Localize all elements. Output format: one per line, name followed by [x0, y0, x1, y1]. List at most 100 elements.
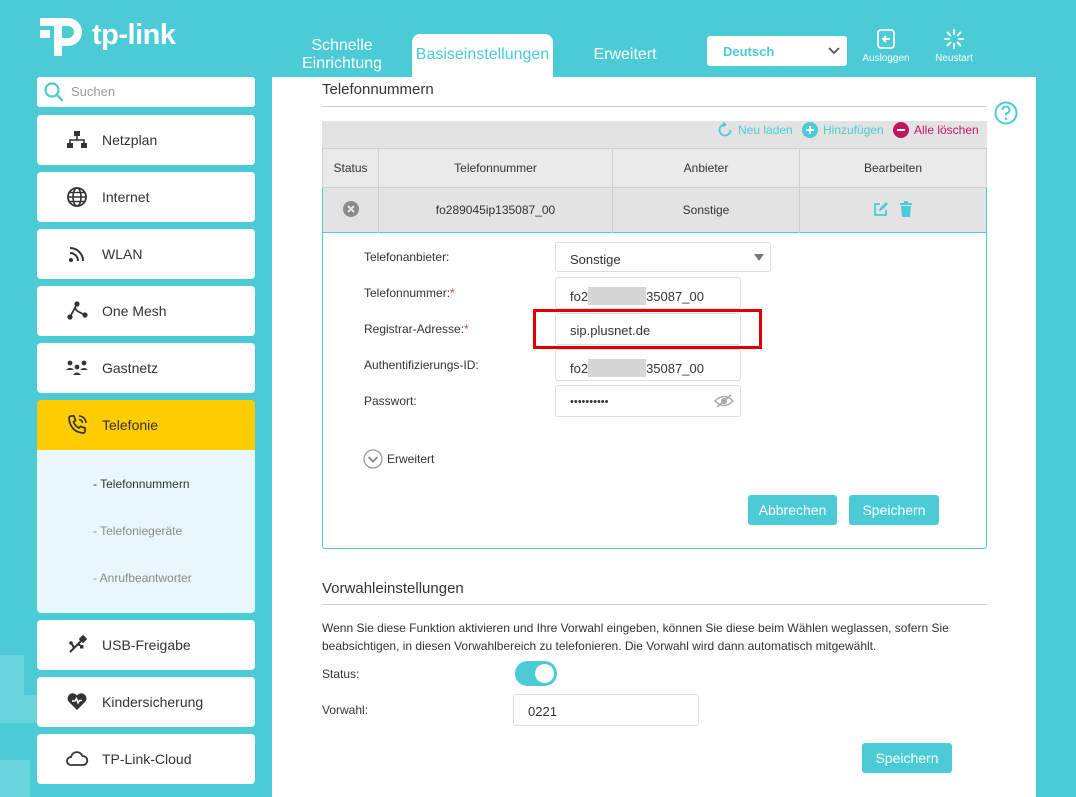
- delete-icon[interactable]: [899, 201, 913, 217]
- network-map-icon: [65, 128, 89, 152]
- search-input[interactable]: [71, 84, 241, 99]
- restart-button[interactable]: Neustart: [924, 28, 984, 64]
- chevron-down-icon: [828, 47, 840, 55]
- sidebar-item-telefonie[interactable]: Telefonie: [37, 400, 255, 450]
- tab-quick-setup[interactable]: Schnelle Einrichtung: [295, 37, 389, 73]
- help-icon[interactable]: [994, 101, 1018, 125]
- status-label: Status:: [322, 667, 360, 681]
- hide-password-icon[interactable]: [714, 394, 734, 408]
- logout-icon: [877, 29, 895, 49]
- section-title-area-code: Vorwahleinstellungen: [322, 580, 464, 597]
- auth-id-label: Authentifizierungs-ID:: [364, 358, 479, 372]
- restart-icon: [944, 29, 964, 49]
- sidebar-item-usb-freigabe[interactable]: USB-Freigabe: [37, 620, 255, 670]
- tp-link-logo: tp-link: [36, 10, 176, 60]
- row-status-cell: [323, 188, 379, 233]
- area-code-status-toggle[interactable]: [515, 661, 557, 686]
- auth-id-label-text: Authentifizierungs-ID:: [364, 358, 479, 372]
- reload-icon: [718, 122, 732, 137]
- advanced-toggle[interactable]: Erweitert: [363, 449, 434, 469]
- tab-basic-settings[interactable]: Basiseinstellungen: [412, 34, 553, 77]
- area-code-description: Wenn Sie diese Funktion aktivieren und I…: [322, 621, 949, 653]
- provider-label-text: Telefonanbieter:: [364, 250, 450, 264]
- expand-circle-icon: [363, 449, 383, 469]
- restart-label: Neustart: [935, 53, 973, 64]
- sidebar-item-wlan[interactable]: WLAN: [37, 229, 255, 279]
- delete-all-button[interactable]: Alle löschen: [893, 122, 979, 138]
- sidebar-item-label: USB-Freigabe: [102, 637, 191, 653]
- column-header-edit: Bearbeiten: [863, 161, 923, 175]
- sidebar-item-label: Netzplan: [102, 132, 158, 148]
- phone-number-prefix: fo2: [570, 289, 589, 304]
- tab-advanced-label: Erweitert: [593, 46, 657, 63]
- section-title-phone-numbers: Telefonnummern: [322, 81, 434, 98]
- cancel-button[interactable]: Abbrechen: [748, 495, 837, 525]
- sidebar-item-netzplan[interactable]: Netzplan: [37, 115, 255, 165]
- submenu-item-telefoniegeraete[interactable]: - Telefoniegeräte: [93, 524, 182, 538]
- usb-icon: [65, 633, 89, 657]
- save-button[interactable]: Speichern: [849, 495, 939, 525]
- decorative-square: [0, 695, 38, 723]
- phone-icon: [65, 413, 89, 437]
- auth-id-suffix: 35087_00: [646, 361, 704, 376]
- delete-all-label: Alle löschen: [914, 123, 979, 137]
- sidebar-item-label: Internet: [102, 189, 150, 205]
- advanced-label: Erweitert: [387, 452, 435, 466]
- sidebar-item-kindersicherung[interactable]: Kindersicherung: [37, 677, 255, 727]
- sidebar-item-label: WLAN: [102, 246, 143, 262]
- row-provider-cell: Sonstige: [613, 188, 800, 233]
- provider-select-value: Sonstige: [570, 252, 621, 267]
- area-code-field[interactable]: 0221: [513, 694, 699, 726]
- cloud-icon: [65, 747, 89, 771]
- logout-button[interactable]: Ausloggen: [856, 28, 916, 64]
- redacted-block: [588, 359, 647, 377]
- tab-basic-settings-label: Basiseinstellungen: [415, 46, 550, 63]
- area-code-label: Vorwahl:: [322, 703, 369, 717]
- add-button[interactable]: Hinzufügen: [802, 122, 884, 138]
- search-icon: [44, 82, 64, 102]
- logout-label: Ausloggen: [862, 53, 910, 64]
- add-label: Hinzufügen: [823, 123, 884, 137]
- sidebar-item-one-mesh[interactable]: One Mesh: [37, 286, 255, 336]
- sidebar-item-label: One Mesh: [102, 303, 167, 319]
- sidebar-item-internet[interactable]: Internet: [37, 172, 255, 222]
- highlight-box: [533, 309, 762, 349]
- language-select[interactable]: Deutsch: [707, 36, 847, 66]
- column-header-status: Status: [323, 148, 379, 188]
- edit-icon[interactable]: [873, 201, 889, 217]
- tab-advanced[interactable]: Erweitert: [580, 46, 670, 64]
- reload-button[interactable]: Neu laden: [717, 122, 793, 138]
- phone-number-suffix: 35087_00: [646, 289, 704, 304]
- section-divider: [322, 604, 987, 605]
- submenu-item-telefonnummern[interactable]: - Telefonnummern: [93, 477, 190, 491]
- sidebar-item-label: TP-Link-Cloud: [102, 751, 192, 767]
- submenu-item-anrufbeantworter[interactable]: - Anrufbeantworter: [93, 571, 192, 585]
- number-label-text: Telefonnummer:: [364, 286, 451, 300]
- provider-select[interactable]: Sonstige: [555, 242, 771, 272]
- password-value: ••••••••••: [570, 396, 609, 408]
- column-header-number: Telefonnummer: [379, 148, 613, 188]
- row-edit-cell: [800, 188, 986, 233]
- phone-number-field[interactable]: fo2 35087_00: [555, 277, 741, 309]
- dropdown-arrow-icon: [754, 254, 764, 261]
- delete-all-icon: [893, 122, 909, 138]
- row-number-cell: fo289045ip135087_00: [379, 188, 613, 233]
- required-mark: *: [464, 322, 469, 336]
- add-icon: [802, 122, 818, 138]
- password-field[interactable]: ••••••••••: [555, 385, 741, 417]
- sidebar-item-label: Gastnetz: [102, 360, 159, 376]
- sidebar-item-gastnetz[interactable]: Gastnetz: [37, 343, 255, 393]
- area-code-save-button[interactable]: Speichern: [862, 743, 952, 773]
- search-box[interactable]: [37, 77, 255, 107]
- tab-quick-setup-line1: Schnelle: [311, 37, 373, 54]
- auth-id-prefix: fo2: [570, 361, 589, 376]
- sidebar-item-tp-link-cloud[interactable]: TP-Link-Cloud: [37, 734, 255, 784]
- redacted-block: [588, 287, 647, 305]
- status-inactive-icon: [342, 201, 359, 217]
- guest-network-icon: [65, 356, 89, 380]
- wifi-icon: [65, 242, 89, 266]
- number-label: Telefonnummer:*: [364, 286, 455, 300]
- password-label-text: Passwort:: [364, 394, 417, 408]
- auth-id-field[interactable]: fo2 35087_00: [555, 349, 741, 381]
- provider-label: Telefonanbieter:: [364, 250, 449, 264]
